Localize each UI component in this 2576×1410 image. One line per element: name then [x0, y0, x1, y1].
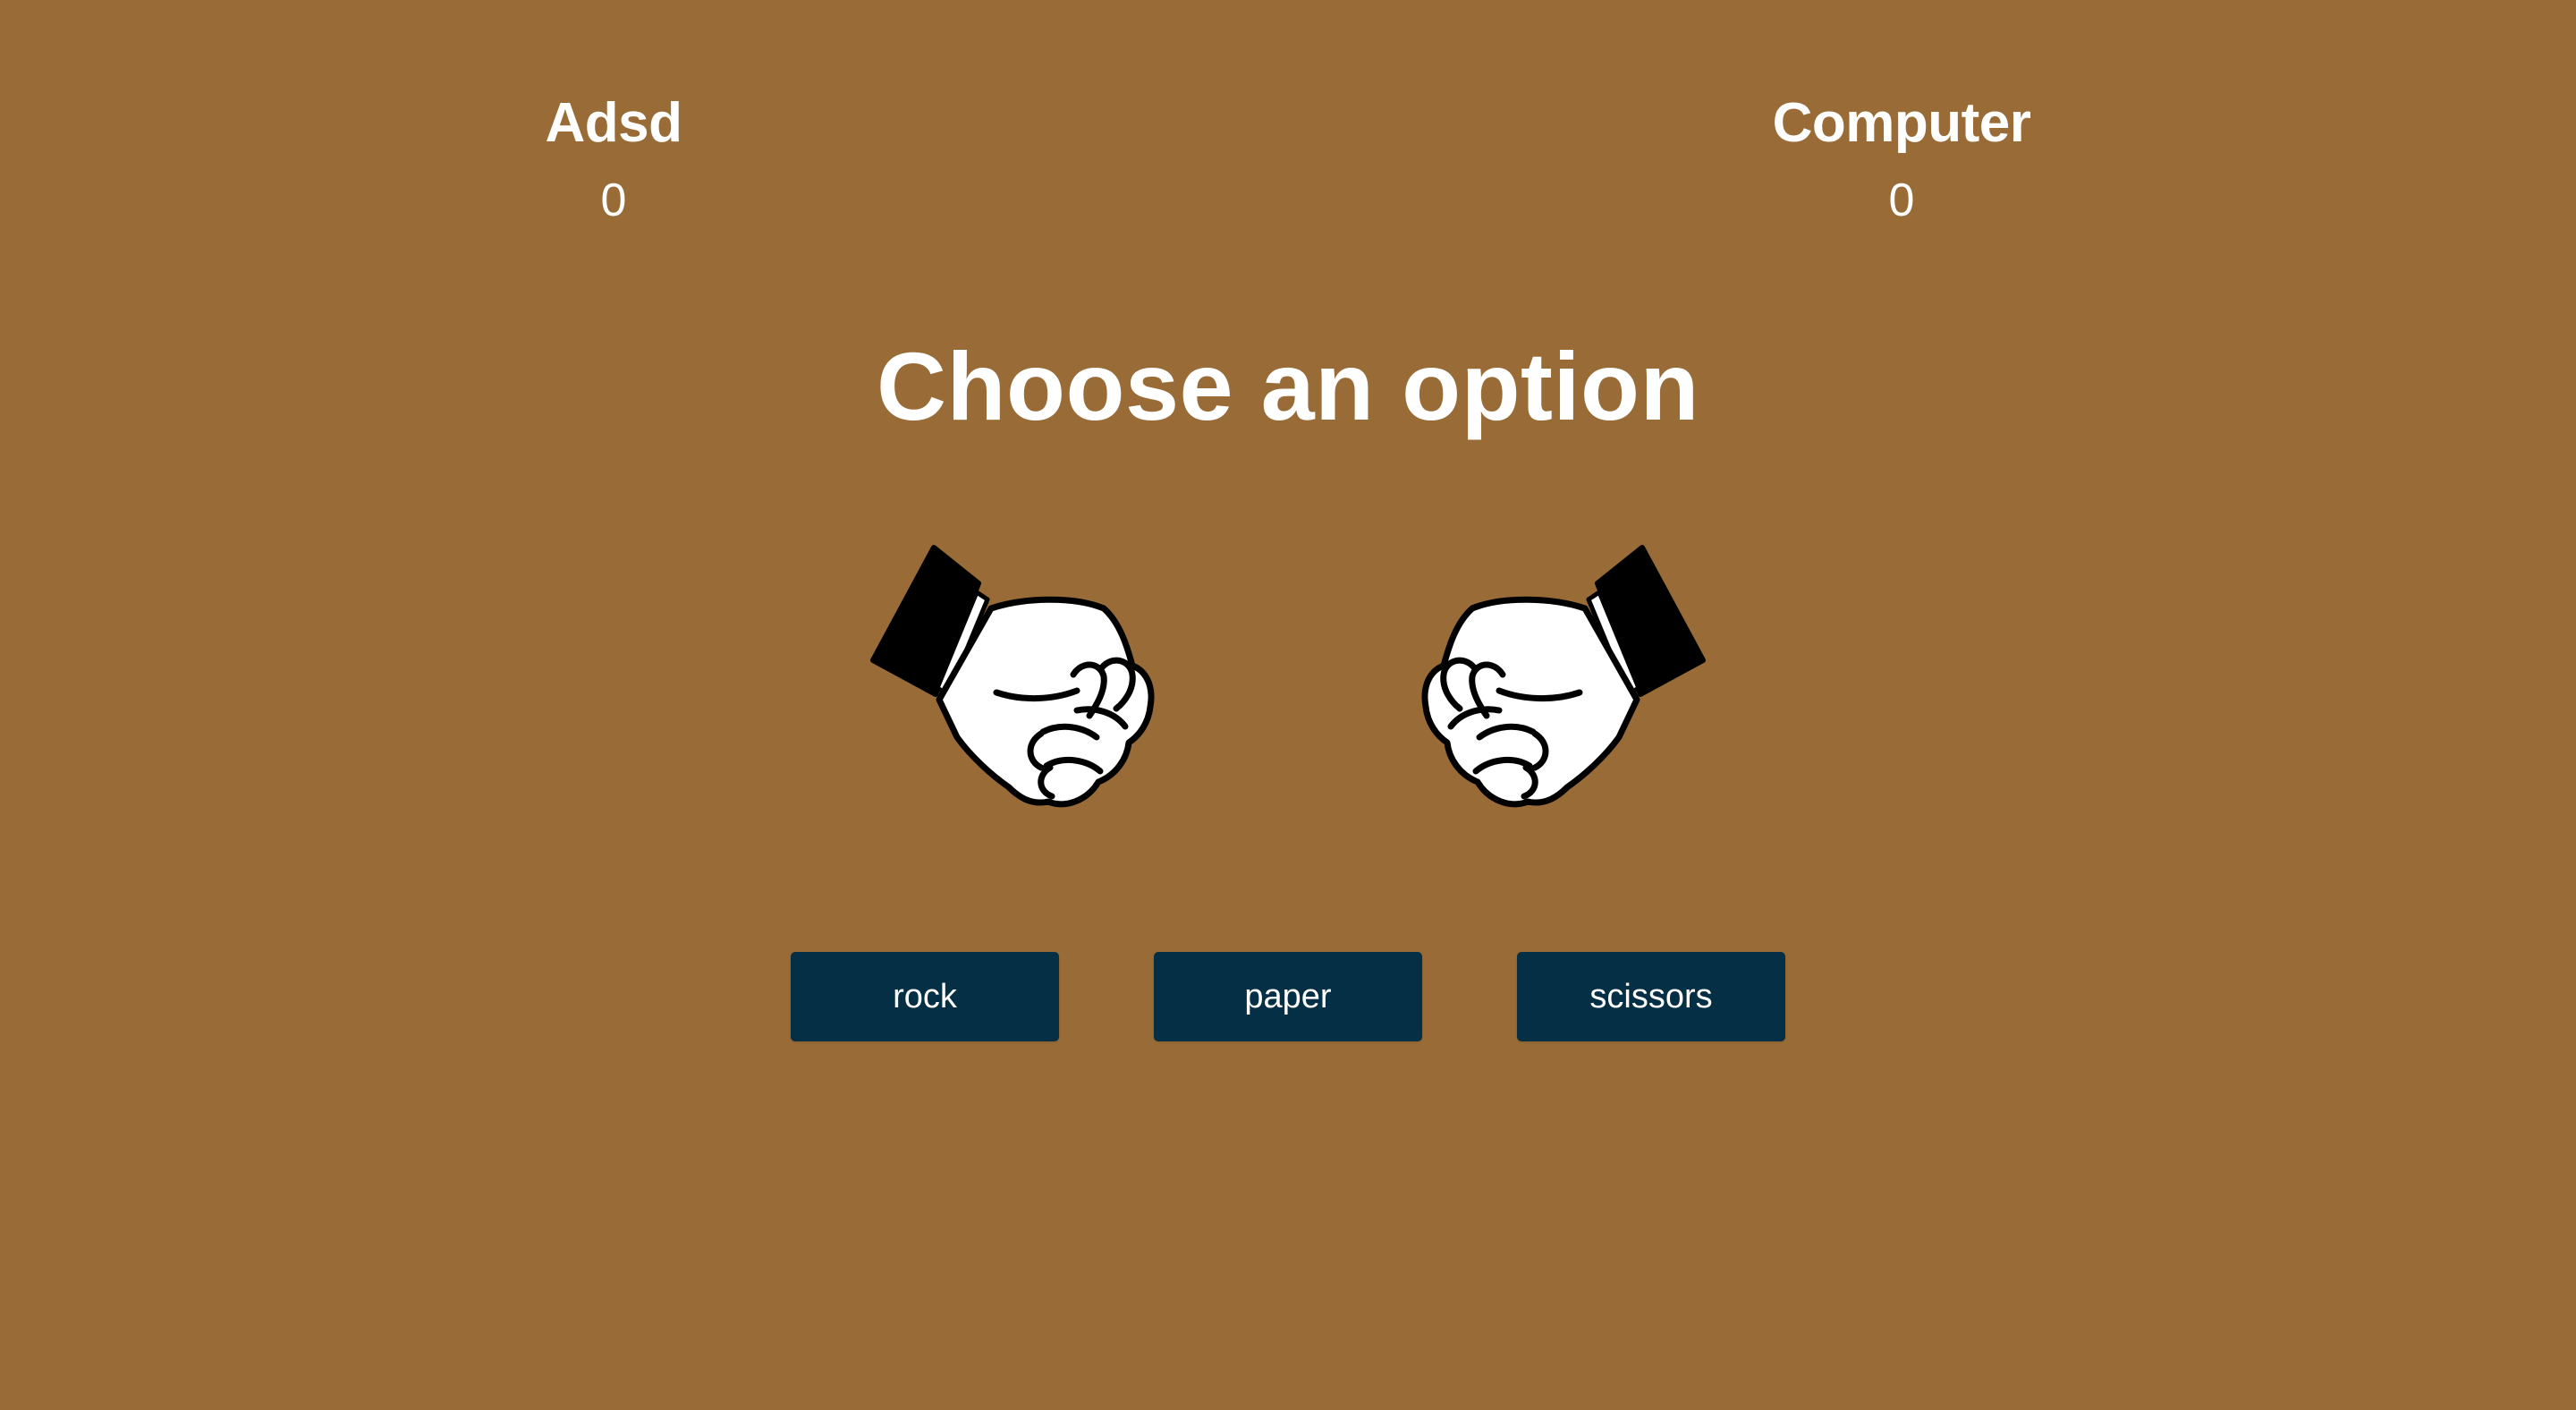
page-title: Choose an option: [877, 332, 1699, 440]
computer-fist-icon: [1410, 540, 1714, 809]
scoreboard: Adsd 0 Computer 0: [0, 86, 2576, 238]
choice-buttons: rock paper scissors: [0, 952, 2576, 1041]
scissors-button[interactable]: scissors: [1517, 952, 1785, 1041]
computer-name: Computer: [1772, 92, 2031, 154]
player-name: Adsd: [545, 92, 683, 154]
rock-button[interactable]: rock: [791, 952, 1059, 1041]
computer-score-panel: Computer 0: [1669, 86, 2134, 234]
player-fist-icon: [862, 540, 1166, 809]
paper-button[interactable]: paper: [1154, 952, 1422, 1041]
player-score-panel: Adsd 0: [381, 86, 846, 234]
player-score: 0: [600, 174, 627, 226]
computer-score: 0: [1888, 174, 1915, 226]
hands-area: [0, 540, 2576, 809]
